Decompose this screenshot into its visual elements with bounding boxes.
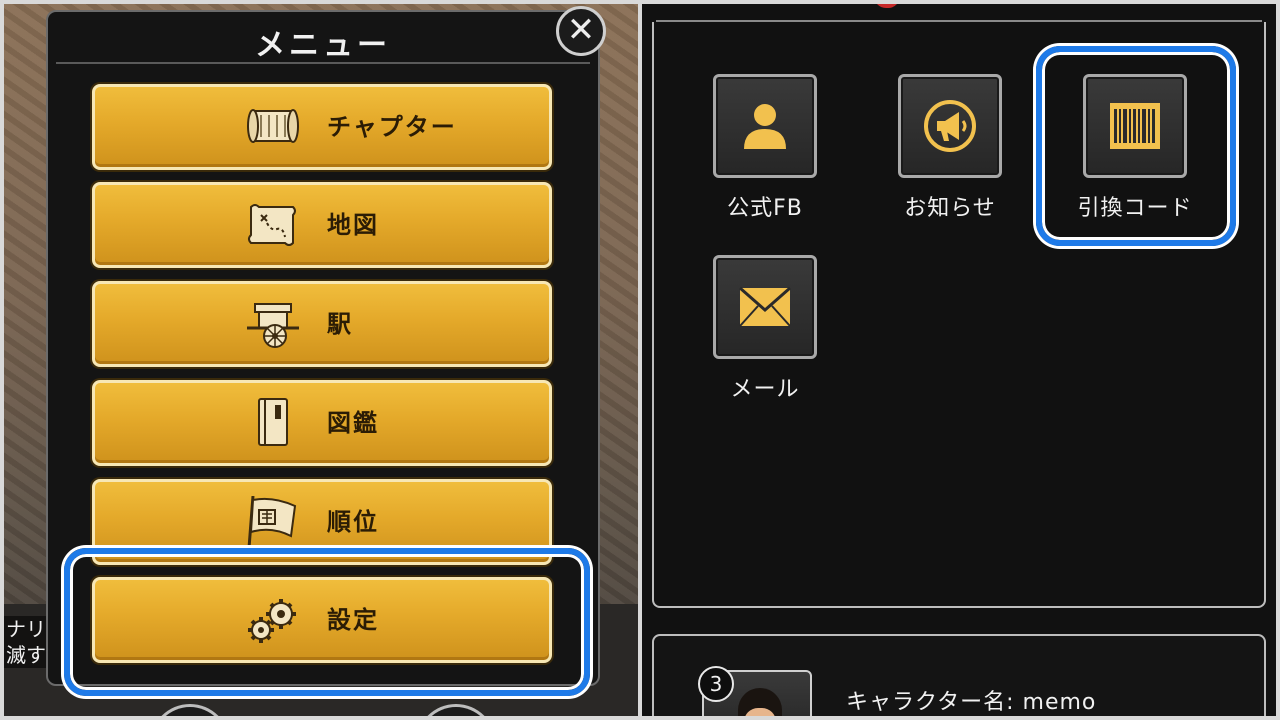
map-icon xyxy=(248,204,296,246)
tile-label-official-fb: 公式FB xyxy=(727,196,803,221)
tile-label-news: お知らせ xyxy=(904,196,996,221)
menu-button-station[interactable]: 駅 xyxy=(92,281,552,367)
top-indicator xyxy=(874,4,900,8)
menu-button-chapter[interactable]: チャプター xyxy=(92,84,552,170)
menu-button-map[interactable]: 地図 xyxy=(92,182,552,268)
tile-label-mail: メール xyxy=(730,377,800,402)
envelope-icon xyxy=(739,286,791,327)
character-name: キャラクター名: memo xyxy=(846,690,1097,715)
flag-icon xyxy=(247,496,297,548)
settings-highlight-frame xyxy=(64,548,590,696)
menu-label-encyclopedia: 図鑑 xyxy=(327,409,379,437)
title-divider xyxy=(56,62,590,64)
menu-title: メニュー xyxy=(255,28,391,63)
tile-news[interactable] xyxy=(898,74,1002,178)
left-screen: ナリ 滅す メニュー ✕ チャプター 地図 駅 図鑑 順位 設定 xyxy=(4,4,638,716)
close-button[interactable]: ✕ xyxy=(556,6,606,56)
tile-mail[interactable] xyxy=(713,255,817,359)
close-icon: ✕ xyxy=(566,10,596,50)
book-icon xyxy=(258,398,288,446)
character-panel: 3 キャラクター名: memo xyxy=(652,634,1266,716)
right-screen: 公式FB お知らせ 引換コード メール 3 キャラクター名: memo xyxy=(642,4,1276,716)
megaphone-icon xyxy=(924,100,976,152)
menu-label-station: 駅 xyxy=(327,310,353,338)
menu-label-chapter: チャプター xyxy=(327,113,457,141)
tile-official-fb[interactable] xyxy=(713,74,817,178)
scroll-icon xyxy=(247,109,299,143)
redeem-code-highlight-frame xyxy=(1036,46,1236,246)
person-icon xyxy=(744,104,786,149)
menu-button-encyclopedia[interactable]: 図鑑 xyxy=(92,380,552,466)
carriage-icon xyxy=(247,303,299,348)
level-badge: 3 xyxy=(698,666,734,702)
menu-label-map: 地図 xyxy=(327,211,379,239)
